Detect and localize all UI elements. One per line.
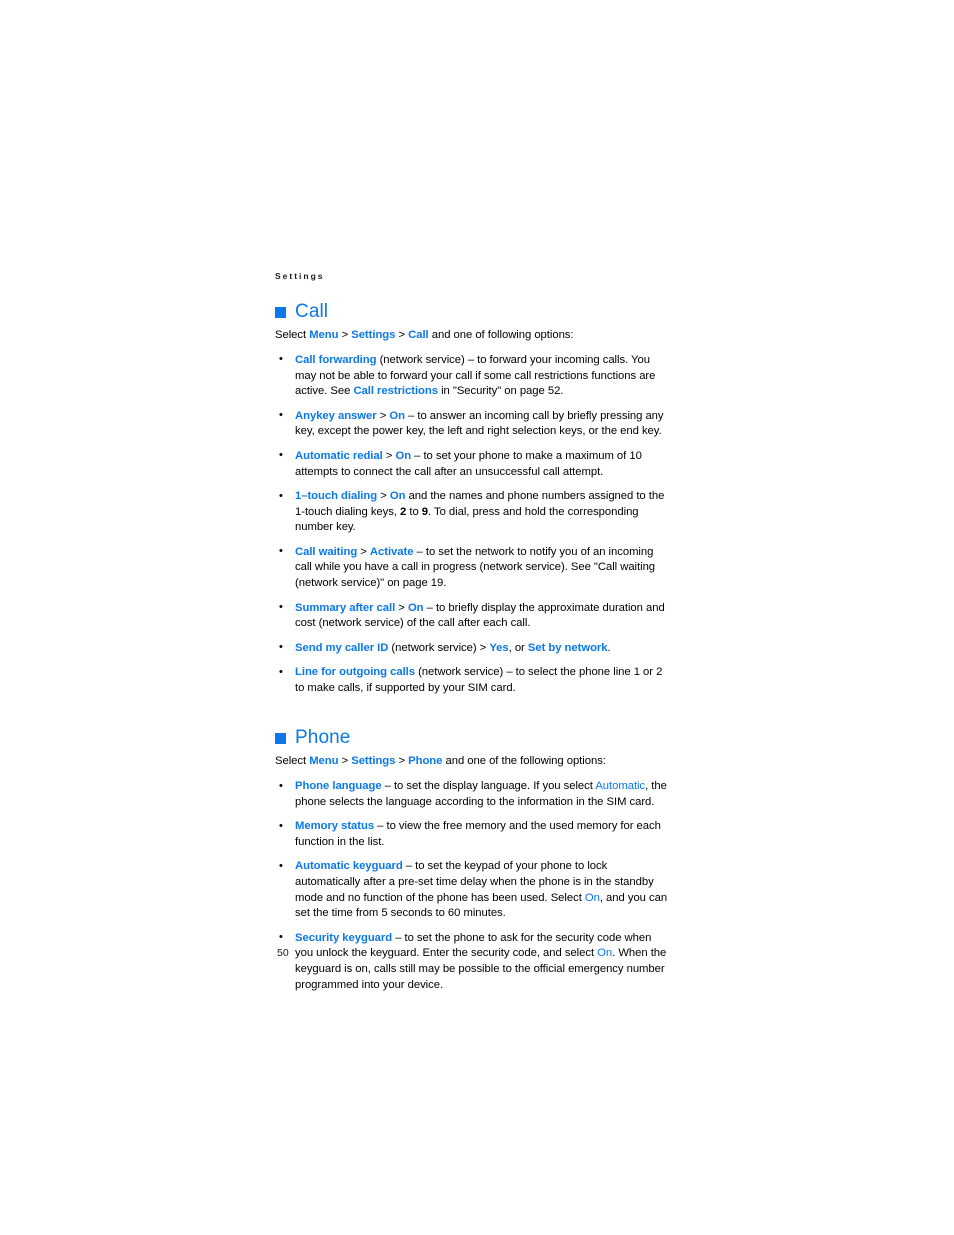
option-body-tail: in "Security" on page 52.: [437, 385, 564, 398]
option-item: Automatic redial > On – to set your phon…: [275, 448, 670, 480]
option-body-tail: .: [607, 641, 611, 654]
option-term[interactable]: Memory status: [295, 820, 374, 832]
option-term[interactable]: Automatic redial: [295, 450, 383, 462]
intro-lead: Select: [275, 755, 310, 768]
option-item: Summary after call > On – to briefly dis…: [275, 600, 670, 632]
running-head: Settings: [275, 271, 325, 281]
option-term[interactable]: Summary after call: [295, 602, 395, 614]
menu-path-segment[interactable]: Settings: [351, 329, 395, 341]
menu-path-separator: >: [338, 329, 352, 342]
options-list-call: Call forwarding (network service) – to f…: [275, 352, 670, 697]
section-heading-phone: Phone: [275, 727, 670, 749]
option-item: Line for outgoing calls (network service…: [275, 665, 670, 696]
option-value[interactable]: Yes: [489, 642, 508, 654]
option-term[interactable]: Call forwarding: [295, 354, 377, 366]
option-item: 1–touch dialing > On and the names and p…: [275, 489, 670, 536]
section-title-text: Phone: [295, 726, 351, 748]
option-value[interactable]: On: [408, 602, 424, 614]
option-separator: >: [395, 601, 408, 614]
option-item: Memory status – to view the free memory …: [275, 819, 670, 850]
option-value[interactable]: Activate: [370, 546, 414, 558]
option-value[interactable]: On: [389, 410, 405, 422]
option-item: Send my caller ID (network service) > Ye…: [275, 640, 670, 657]
section-intro-call: Select Menu > Settings > Call and one of…: [275, 328, 670, 344]
intro-tail: and one of the following options:: [442, 755, 606, 768]
section-call: Call Select Menu > Settings > Call and on…: [275, 301, 670, 697]
section-heading-call: Call: [275, 301, 670, 323]
option-term[interactable]: Send my caller ID: [295, 642, 388, 654]
menu-path-separator: >: [395, 755, 409, 768]
menu-path-separator: >: [338, 755, 352, 768]
option-term[interactable]: Line for outgoing calls: [295, 666, 415, 678]
manual-page-content: Settings Call Select Menu > Settings > Ca…: [275, 272, 670, 993]
option-value[interactable]: On: [395, 450, 411, 462]
menu-path-segment[interactable]: Phone: [408, 755, 442, 767]
menu-path-separator: >: [395, 329, 409, 342]
option-item: Security keyguard – to set the phone to …: [275, 930, 670, 993]
sections-container: Call Select Menu > Settings > Call and on…: [275, 301, 670, 994]
section-intro-phone: Select Menu > Settings > Phone and one o…: [275, 754, 670, 770]
menu-path-segment[interactable]: Menu: [309, 329, 338, 341]
option-body: (network service) >: [388, 641, 490, 654]
option-item: Automatic keyguard – to set the keypad o…: [275, 859, 670, 921]
option-separator: >: [357, 545, 370, 558]
menu-path-segment[interactable]: Menu: [309, 755, 338, 767]
page-number: 50: [277, 947, 289, 959]
intro-lead: Select: [275, 329, 310, 342]
option-value[interactable]: On: [390, 490, 406, 502]
section-phone: Phone Select Menu > Settings > Phone and …: [275, 727, 670, 994]
option-body: – to set the display language. If you se…: [381, 780, 596, 793]
blue-square-icon: [275, 306, 286, 318]
option-item: Phone language – to set the display lang…: [275, 779, 670, 810]
option-item: Anykey answer > On – to answer an incomi…: [275, 408, 670, 440]
option-cross-reference[interactable]: Call restrictions: [353, 385, 438, 397]
option-term[interactable]: 1–touch dialing: [295, 490, 377, 502]
option-item: Call waiting > Activate – to set the net…: [275, 544, 670, 592]
option-inline-value[interactable]: On: [585, 892, 600, 904]
menu-path-segment[interactable]: Call: [408, 329, 429, 341]
option-item: Call forwarding (network service) – to f…: [275, 352, 670, 400]
option-term[interactable]: Anykey answer: [295, 410, 377, 422]
option-body-mid: , or: [508, 641, 528, 654]
option-body-mid: to: [406, 505, 422, 518]
menu-path-segment[interactable]: Settings: [351, 755, 395, 767]
option-inline-value[interactable]: On: [597, 947, 612, 959]
option-term[interactable]: Security keyguard: [295, 932, 392, 944]
option-separator: >: [382, 449, 396, 462]
option-term[interactable]: Phone language: [295, 780, 382, 792]
option-value[interactable]: Set by network: [528, 642, 608, 654]
intro-tail: and one of following options:: [428, 329, 574, 342]
blue-square-icon: [275, 733, 286, 745]
options-list-phone: Phone language – to set the display lang…: [275, 779, 670, 993]
option-separator: >: [376, 409, 390, 422]
option-term[interactable]: Call waiting: [295, 546, 357, 558]
option-term[interactable]: Automatic keyguard: [295, 860, 403, 872]
option-separator: >: [377, 490, 390, 503]
option-inline-value[interactable]: Automatic: [595, 780, 645, 792]
section-title-text: Call: [295, 300, 329, 322]
